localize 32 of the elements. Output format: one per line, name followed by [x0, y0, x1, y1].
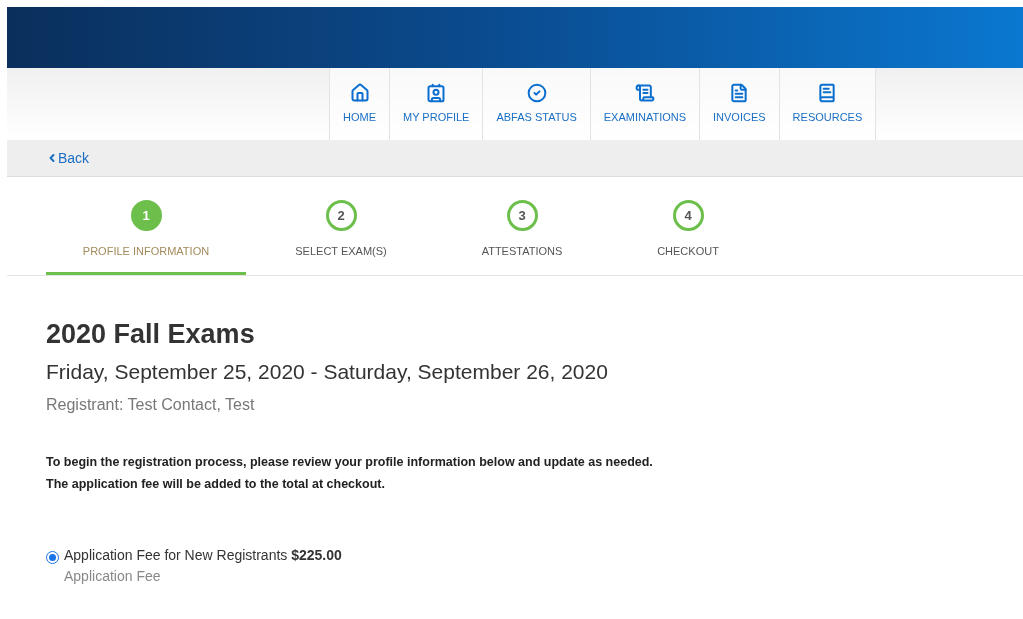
nav-item[interactable]: EXAMINATIONS: [589, 68, 700, 140]
step-label: CHECKOUT: [657, 244, 719, 259]
step-tab[interactable]: 1 PROFILE INFORMATION: [46, 200, 246, 275]
fee-description: Application Fee: [64, 567, 162, 586]
step-number: 2: [325, 200, 357, 231]
nav-item[interactable]: ABFAS STATUS: [482, 68, 590, 140]
id-card-icon: [426, 82, 447, 103]
exam-dates: Friday, September 25, 2020 - Saturday, September 26, 2020: [46, 358, 609, 385]
home-icon: [349, 82, 370, 103]
instruction-text: The application fee will be added to the total at checkout.: [46, 476, 386, 493]
step-number: 1: [130, 200, 162, 231]
page-title: 2020 Fall Exams: [46, 317, 256, 350]
fee-label: Application Fee for New Registrants $225.00: [64, 546, 342, 565]
step-tab[interactable]: 2 SELECT EXAM(S): [246, 200, 436, 275]
scroll-icon: [634, 82, 655, 103]
nav-item[interactable]: RESOURCES: [778, 68, 877, 140]
nav-item[interactable]: INVOICES: [699, 68, 779, 140]
step-tab[interactable]: 3 ATTESTATIONS: [436, 200, 608, 275]
step-label: SELECT EXAM(S): [295, 244, 387, 259]
nav-item[interactable]: MY PROFILE: [389, 68, 483, 140]
instruction-text: To begin the registration process, please review your profile information below and update as needed.: [46, 454, 654, 471]
document-icon: [729, 82, 750, 103]
step-label: ATTESTATIONS: [481, 244, 563, 259]
book-icon: [817, 82, 838, 103]
back-link[interactable]: Back: [46, 147, 90, 169]
registrant-text: Registrant: Test Contact, Test: [46, 395, 256, 415]
check-circle-icon: [526, 82, 547, 103]
step-number: 4: [672, 200, 704, 231]
step-label: PROFILE INFORMATION: [82, 244, 210, 259]
step-tab[interactable]: 4 CHECKOUT: [608, 200, 768, 275]
nav-item[interactable]: HOME: [329, 68, 389, 140]
step-number: 3: [506, 200, 538, 231]
